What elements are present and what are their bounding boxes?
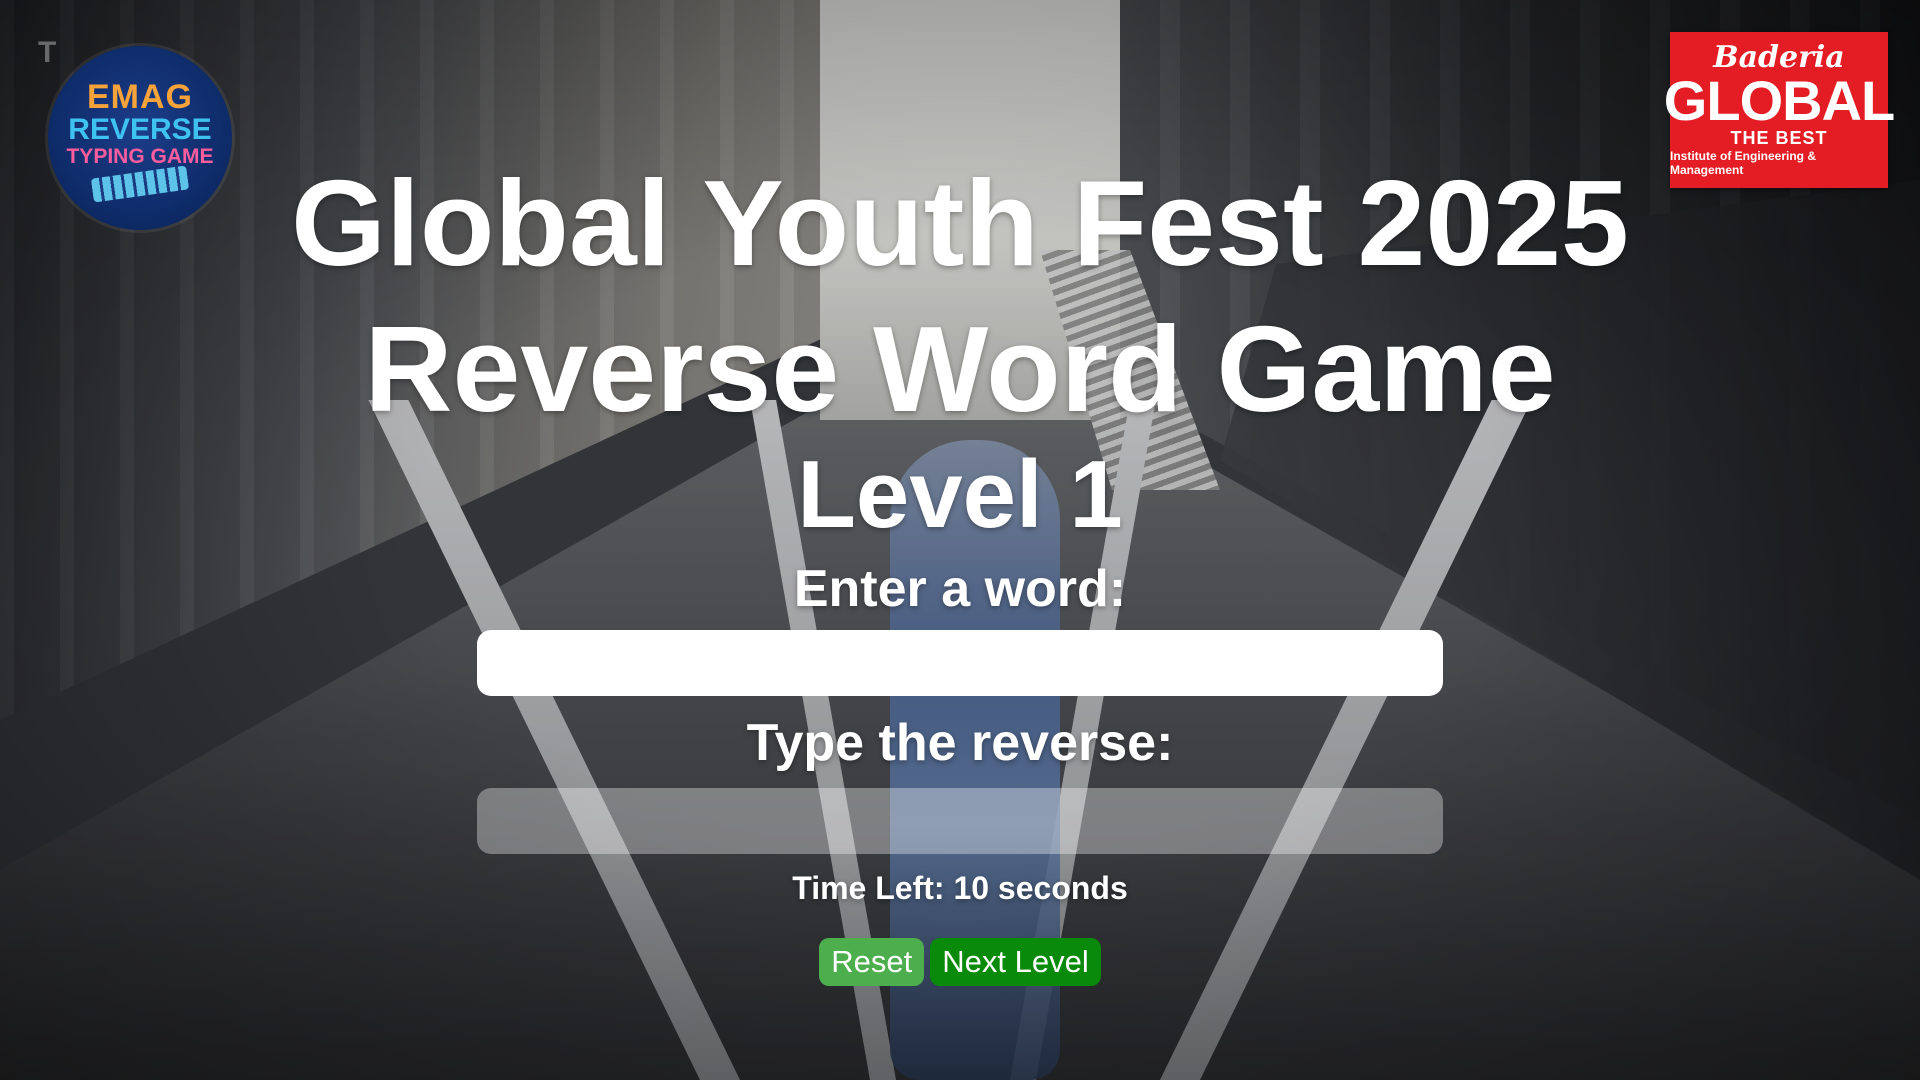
button-row: Reset Next Level [819, 938, 1101, 986]
word-input[interactable] [477, 630, 1443, 696]
timer-text: Time Left: 10 seconds [792, 870, 1128, 906]
reverse-input[interactable] [477, 788, 1443, 854]
title-line1: Global Youth Fest 2025 [291, 155, 1629, 291]
next-level-button[interactable]: Next Level [930, 938, 1101, 986]
title-line2: Reverse Word Game [364, 301, 1556, 437]
reverse-label: Type the reverse: [746, 714, 1174, 772]
game-screen: T EMAG REVERSE TYPING GAME Baderia GLOBA… [0, 0, 1920, 1080]
reset-button[interactable]: Reset [819, 938, 925, 986]
page-title: Global Youth Fest 2025 Reverse Word Game [291, 150, 1629, 442]
game-panel: Global Youth Fest 2025 Reverse Word Game… [0, 0, 1920, 1080]
level-heading: Level 1 [797, 441, 1123, 548]
word-label: Enter a word: [793, 560, 1127, 618]
